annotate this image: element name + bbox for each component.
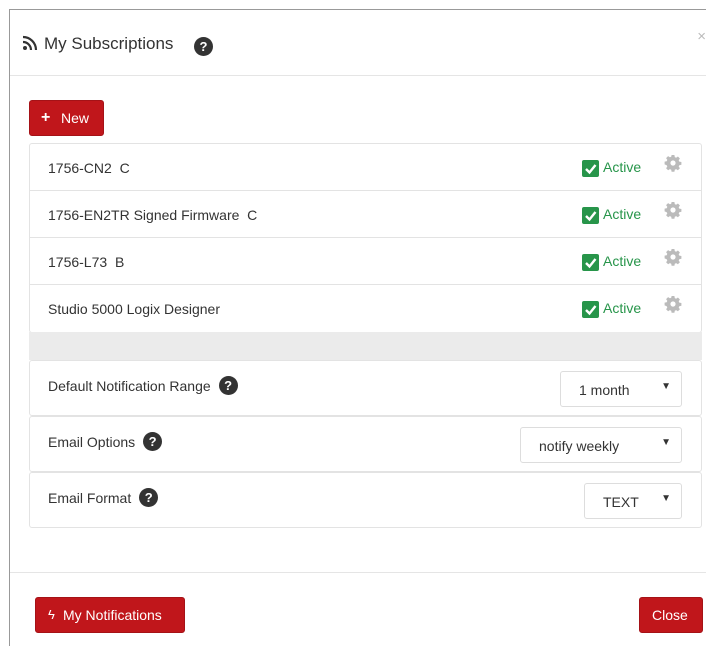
close-button[interactable]: Close	[639, 597, 703, 633]
subscription-name: 1756-CN2 C	[48, 160, 130, 176]
email-options-select[interactable]: notify weekly ▼	[520, 427, 682, 463]
email-format-panel: Email Format? TEXT ▼	[29, 472, 702, 528]
subscription-row: 1756-CN2 C Active	[30, 144, 701, 191]
notification-range-label: Default Notification Range?	[48, 376, 238, 396]
subscription-row: 1756-L73 B Active	[30, 238, 701, 285]
status-label: Active	[603, 300, 642, 316]
new-subscription-button[interactable]: + New	[29, 100, 104, 136]
help-icon[interactable]: ?	[218, 376, 238, 396]
active-checkbox[interactable]	[582, 207, 599, 224]
subscription-row: Studio 5000 Logix Designer Active	[30, 285, 701, 332]
dialog-title: My Subscriptions	[44, 34, 174, 53]
help-icon[interactable]: ?	[139, 488, 159, 508]
active-checkbox[interactable]	[582, 160, 599, 177]
email-format-label: Email Format?	[48, 488, 159, 508]
subscription-name: 1756-EN2TR Signed Firmware C	[48, 207, 258, 223]
status-label: Active	[603, 206, 642, 222]
gear-icon[interactable]	[664, 295, 682, 313]
caret-down-icon: ▼	[661, 437, 671, 448]
dialog-header: My Subscriptions ? ×	[10, 10, 706, 76]
caret-down-icon: ▼	[661, 381, 671, 392]
active-checkbox[interactable]	[582, 254, 599, 271]
subscription-name: 1756-L73 B	[48, 254, 125, 270]
notification-range-select[interactable]: 1 month ▼	[560, 371, 682, 407]
caret-down-icon: ▼	[661, 493, 671, 504]
subscription-name: Studio 5000 Logix Designer	[48, 301, 221, 317]
plus-icon: +	[41, 109, 51, 126]
status-label: Active	[603, 253, 642, 269]
status-label: Active	[603, 159, 642, 175]
gear-icon[interactable]	[664, 201, 682, 219]
rss-icon	[22, 35, 38, 51]
subscription-list: 1756-CN2 C Active 1756-EN2TR Signed Firm…	[29, 143, 702, 333]
subscriptions-dialog: My Subscriptions ? × + New 1756-CN2 C Ac…	[9, 9, 706, 646]
notification-range-panel: Default Notification Range? 1 month ▼	[29, 360, 702, 416]
gear-icon[interactable]	[664, 248, 682, 266]
gear-icon[interactable]	[664, 154, 682, 172]
help-icon[interactable]: ?	[194, 37, 213, 56]
email-options-label: Email Options?	[48, 432, 163, 452]
close-icon[interactable]: ×	[697, 28, 706, 45]
bolt-icon: ϟ	[48, 607, 55, 622]
email-format-select[interactable]: TEXT ▼	[584, 483, 682, 519]
list-divider	[29, 332, 702, 360]
active-checkbox[interactable]	[582, 301, 599, 318]
help-icon[interactable]: ?	[143, 432, 163, 452]
email-options-panel: Email Options? notify weekly ▼	[29, 416, 702, 472]
my-notifications-button[interactable]: ϟ My Notifications	[35, 597, 185, 633]
subscription-row: 1756-EN2TR Signed Firmware C Active	[30, 191, 701, 238]
